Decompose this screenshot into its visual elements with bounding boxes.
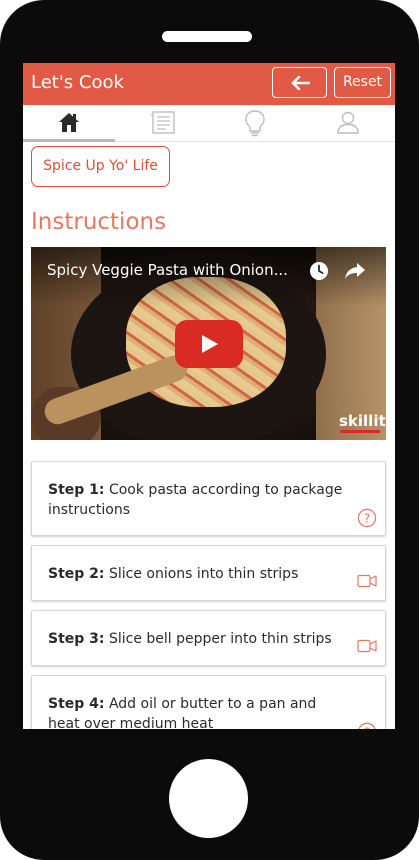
step-label: Step 1: xyxy=(48,482,105,498)
play-button[interactable] xyxy=(175,320,243,368)
video-player[interactable]: Spicy Veggie Pasta with Onion... skillit xyxy=(31,247,386,440)
step-card[interactable]: Step 3: Slice bell pepper into thin stri… xyxy=(31,610,386,666)
user-icon xyxy=(337,111,359,134)
app-screen: Let's Cook Reset Spice Up Yo' Life Instr… xyxy=(23,63,395,729)
arrow-left-icon xyxy=(291,76,310,90)
step-description: Slice onions into thin strips xyxy=(108,566,299,582)
video-camera-icon[interactable] xyxy=(357,574,377,588)
help-icon[interactable]: ? xyxy=(357,722,377,729)
step-card[interactable]: Step 1: Cook pasta according to package … xyxy=(31,461,386,536)
app-title: Let's Cook xyxy=(31,72,124,93)
video-camera-icon[interactable] xyxy=(357,639,377,653)
step-label: Step 4: xyxy=(48,696,105,712)
speaker-slot xyxy=(162,31,252,42)
lightbulb-icon xyxy=(245,110,265,137)
home-icon xyxy=(59,113,79,132)
play-icon xyxy=(202,335,218,353)
tab-tips[interactable] xyxy=(209,105,302,141)
back-button[interactable] xyxy=(272,67,327,98)
list-icon xyxy=(151,111,175,134)
tab-bar xyxy=(23,105,395,142)
home-button[interactable] xyxy=(169,759,248,838)
step-card[interactable]: Step 4: Add oil or butter to a pan and h… xyxy=(31,675,386,729)
tab-home[interactable] xyxy=(23,105,116,142)
step-label: Step 2: xyxy=(48,566,105,582)
app-header: Let's Cook Reset xyxy=(23,63,395,105)
help-icon[interactable]: ? xyxy=(357,508,377,528)
step-text: Step 3: Slice bell pepper into thin stri… xyxy=(48,629,348,649)
spice-up-button[interactable]: Spice Up Yo' Life xyxy=(31,146,170,187)
video-title[interactable]: Spicy Veggie Pasta with Onion... xyxy=(47,261,302,279)
svg-text:?: ? xyxy=(364,511,370,525)
svg-text:?: ? xyxy=(364,725,370,729)
phone-frame: Let's Cook Reset Spice Up Yo' Life Instr… xyxy=(0,0,419,860)
step-description: Slice bell pepper into thin strips xyxy=(108,631,332,647)
share-icon[interactable] xyxy=(344,262,366,280)
instructions-heading: Instructions xyxy=(31,209,167,235)
clock-icon[interactable] xyxy=(309,261,329,281)
step-text: Step 1: Cook pasta according to package … xyxy=(48,480,348,520)
tab-recipe-list[interactable] xyxy=(116,105,209,141)
brand-logo-underline xyxy=(340,430,380,433)
step-label: Step 3: xyxy=(48,631,105,647)
step-text: Step 2: Slice onions into thin strips xyxy=(48,564,348,584)
active-tab-indicator xyxy=(23,139,115,142)
step-text: Step 4: Add oil or butter to a pan and h… xyxy=(48,694,348,729)
reset-button[interactable]: Reset xyxy=(334,67,391,98)
step-card[interactable]: Step 2: Slice onions into thin strips xyxy=(31,545,386,601)
tab-profile[interactable] xyxy=(302,105,395,141)
brand-logo: skillit xyxy=(339,412,386,430)
